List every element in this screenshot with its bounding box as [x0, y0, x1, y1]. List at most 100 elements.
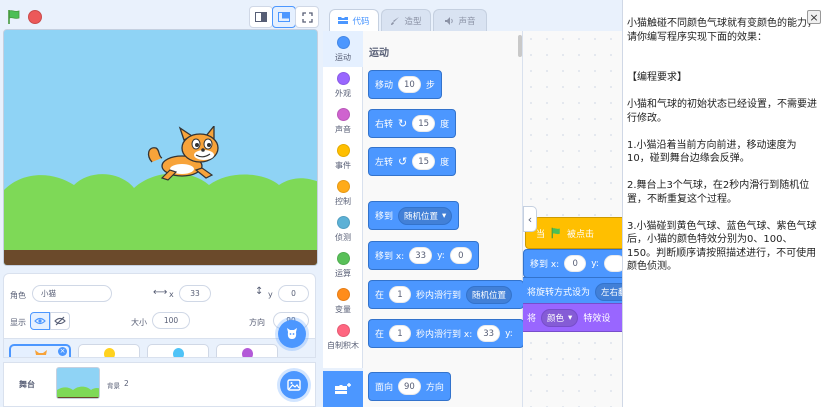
normal-stage-button[interactable] — [272, 6, 296, 28]
tab-costumes-label: 造型 — [404, 16, 422, 27]
script-set-effect[interactable]: 将 颜色 ▾ 特效设 — [523, 303, 623, 332]
stage-canvas[interactable] — [3, 29, 318, 266]
green-flag-icon[interactable] — [6, 9, 22, 25]
category-variables[interactable]: 变量 — [323, 283, 363, 319]
block-goto-xy[interactable]: 移到 x: 33 y: 0 — [368, 241, 479, 270]
stage-selector-panel[interactable] — [3, 362, 316, 407]
direction-label: 方向 — [249, 318, 265, 327]
instructions-text: 小猫触碰不同颜色气球就有变颜色的能力，请你编写程序实现下面的效果： 【编程要求】… — [627, 18, 817, 272]
block-turn-right[interactable]: 右转 ↻ 15 度 — [368, 109, 457, 138]
cat-sprite[interactable] — [146, 126, 226, 182]
choose-sprite-button[interactable] — [278, 320, 306, 348]
backdrop-label: 背景 — [107, 382, 120, 390]
rotation-style-dropdown[interactable]: 左右翻 — [595, 282, 623, 301]
code-icon — [338, 17, 349, 24]
y-label: y — [268, 290, 273, 299]
variables-dot-icon — [336, 287, 350, 301]
hide-sprite-button[interactable] — [50, 312, 70, 330]
category-motion[interactable]: 运动 — [323, 31, 363, 67]
category-sensing[interactable]: 侦测 — [323, 211, 363, 247]
glide-seconds-input[interactable]: 1 — [389, 286, 412, 303]
looks-dot-icon — [336, 71, 350, 85]
script-goto-y-input[interactable] — [603, 255, 623, 272]
block-point-direction[interactable]: 面向 90 方向 — [368, 372, 451, 401]
sprite-thumb-yellow-balloon[interactable] — [78, 344, 140, 357]
glide-target-dropdown[interactable]: 随机位置 — [466, 285, 513, 304]
normal-stage-icon — [278, 12, 290, 22]
dropdown-arrow-icon: ▾ — [568, 312, 573, 323]
motion-dot-icon — [336, 35, 350, 49]
eye-icon — [34, 317, 46, 325]
category-looks[interactable]: 外观 — [323, 67, 363, 103]
category-events[interactable]: 事件 — [323, 139, 363, 175]
size-input[interactable]: 100 — [152, 312, 190, 329]
category-my-blocks[interactable]: 自制积木 — [323, 319, 363, 355]
block-goto[interactable]: 移到 随机位置 ▾ — [368, 201, 460, 230]
sprite-list: × — [3, 339, 316, 358]
control-dot-icon — [336, 179, 350, 193]
script-area[interactable]: 当 被点击 移到 x: 0 y: 将旋转方式设为 左右翻 将 颜色▾ 特效设 — [523, 31, 623, 407]
fullscreen-button[interactable] — [295, 6, 319, 28]
turn-right-input[interactable]: 15 — [412, 115, 436, 132]
collapse-panel-button[interactable]: ‹ — [523, 206, 537, 232]
sensing-dot-icon — [336, 215, 350, 229]
tab-sounds[interactable]: 声音 — [433, 9, 487, 31]
close-icon: × — [809, 10, 819, 24]
speaker-icon — [445, 16, 454, 25]
x-arrows-icon: ⟷ — [153, 287, 168, 298]
tab-sounds-label: 声音 — [458, 16, 476, 27]
category-sound[interactable]: 声音 — [323, 103, 363, 139]
x-input[interactable]: 33 — [179, 285, 211, 302]
show-sprite-button[interactable] — [30, 312, 50, 330]
sprite-thumb-cat[interactable]: × — [9, 344, 71, 357]
block-move-steps[interactable]: 移动 10 步 — [368, 70, 442, 99]
move-steps-input[interactable]: 10 — [398, 76, 421, 93]
y-input[interactable]: 0 — [278, 285, 309, 302]
goto-x-input[interactable]: 33 — [409, 247, 433, 264]
stage-thumbnail[interactable] — [56, 367, 100, 399]
sprite-thumb-blue-balloon[interactable] — [147, 344, 209, 357]
glide-xy-seconds-input[interactable]: 1 — [389, 325, 412, 342]
tab-code-label: 代码 — [352, 16, 370, 27]
effect-dropdown[interactable]: 颜色 ▾ — [541, 308, 579, 327]
script-goto-x-input[interactable]: 0 — [564, 255, 587, 272]
y-arrows-icon: ↕ — [255, 286, 264, 297]
goto-y-input[interactable]: 0 — [449, 247, 472, 264]
size-label: 大小 — [131, 318, 147, 327]
glide-x-input[interactable]: 33 — [477, 325, 501, 342]
sprite-thumb-purple-balloon[interactable] — [216, 344, 278, 357]
script-when-flag-clicked[interactable]: 当 被点击 — [525, 217, 623, 249]
category-operators[interactable]: 运算 — [323, 247, 363, 283]
x-label: x — [169, 290, 174, 299]
show-label: 显示 — [10, 318, 26, 327]
small-stage-icon — [255, 12, 267, 22]
close-instructions-button[interactable]: × — [807, 10, 821, 24]
category-menu: 运动 外观 声音 事件 控制 侦测 运算 变量 自制积木 — [323, 31, 363, 368]
add-extension-button[interactable] — [323, 371, 363, 407]
point-direction-input[interactable]: 90 — [398, 378, 421, 395]
eye-slash-icon — [54, 316, 66, 326]
brush-icon — [391, 16, 400, 25]
block-glide-to[interactable]: 在 1 秒内滑行到 随机位置 — [368, 280, 524, 309]
block-glide-xy[interactable]: 在 1 秒内滑行到 x: 33 y: — [368, 319, 524, 348]
stage-label: 舞台 — [19, 380, 35, 389]
events-dot-icon — [336, 143, 350, 157]
small-stage-button[interactable] — [249, 6, 273, 28]
add-backdrop-icon — [287, 379, 301, 391]
rotate-right-icon: ↻ — [398, 117, 408, 130]
category-control[interactable]: 控制 — [323, 175, 363, 211]
tab-costumes[interactable]: 造型 — [381, 9, 431, 31]
operators-dot-icon — [336, 251, 350, 265]
goto-target-dropdown[interactable]: 随机位置 ▾ — [398, 206, 453, 225]
sprite-label: 角色 — [10, 291, 26, 300]
palette-scrollbar[interactable] — [518, 35, 522, 57]
script-goto-xy[interactable]: 移到 x: 0 y: — [523, 249, 623, 278]
turn-left-input[interactable]: 15 — [412, 153, 436, 170]
tab-code[interactable]: 代码 — [329, 9, 379, 31]
choose-backdrop-button[interactable] — [280, 371, 308, 399]
stop-sign-icon[interactable] — [28, 10, 42, 24]
block-turn-left[interactable]: 左转 ↺ 15 度 — [368, 147, 457, 176]
script-set-rotation-style[interactable]: 将旋转方式设为 左右翻 — [523, 277, 623, 306]
sprite-name-input[interactable]: 小猫 — [32, 285, 112, 302]
delete-sprite-icon[interactable]: × — [58, 347, 67, 356]
